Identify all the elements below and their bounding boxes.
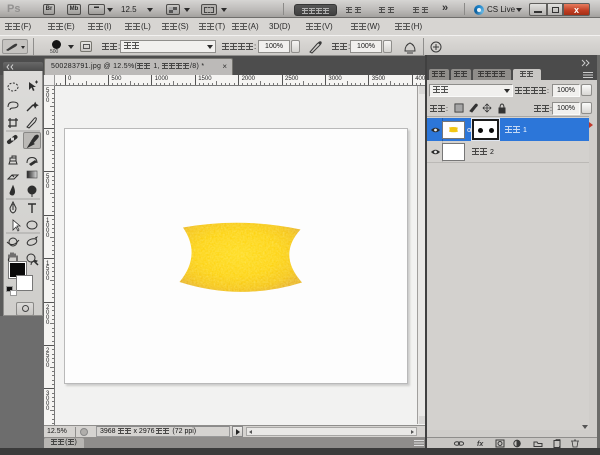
svg-text:fx: fx: [477, 441, 484, 448]
